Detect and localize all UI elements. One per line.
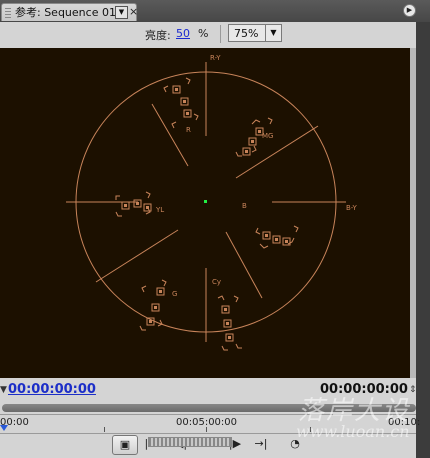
vectorscope-graticule: R-Y B-Y R MG B Cy G YL <box>66 54 357 351</box>
safe-margins-icon: ▣ <box>119 438 131 451</box>
current-timecode[interactable]: 00:00:00:00 <box>8 382 96 397</box>
ruler-tick <box>310 427 311 432</box>
hue-sector-line-4 <box>95 229 179 283</box>
timecode-row: ▼ 00:00:00:00 00:00:00:00 ⇕ <box>0 380 417 402</box>
go-to-out-icon: →| <box>254 437 268 450</box>
ruler-tick <box>104 427 105 432</box>
hue-sector-line-2 <box>235 125 319 179</box>
label-b-y: B-Y <box>346 204 357 212</box>
vertical-scrollbar[interactable] <box>410 48 416 378</box>
tab-title: 参考: Sequence 01 <box>15 6 116 19</box>
target-cy <box>217 295 242 351</box>
go-to-out-point-button[interactable]: →| <box>252 435 270 455</box>
hue-sector-line-3 <box>225 231 263 299</box>
sync-lock-icon: ▼ <box>0 385 7 395</box>
vectorscope-center-dot <box>204 200 207 203</box>
zoom-select[interactable]: 75% ▼ <box>228 24 282 42</box>
sequence-dropdown-icon[interactable]: ▼ <box>115 6 128 19</box>
brightness-label: 亮度: <box>145 29 171 42</box>
zoom-value: 75% <box>234 27 259 40</box>
chevron-down-icon[interactable]: ▼ <box>265 25 281 41</box>
close-icon[interactable]: × <box>129 5 138 19</box>
hue-sector-line-1 <box>151 103 189 167</box>
label-r: R <box>186 126 191 134</box>
label-g: G <box>172 290 177 298</box>
toolbar-divider <box>220 25 221 43</box>
label-b: B <box>242 202 247 210</box>
jog-button[interactable]: ◔ <box>286 435 304 455</box>
display-options-row: 亮度: 50 % 75% ▼ <box>0 22 416 46</box>
drag-handle-icon[interactable]: ⇕ <box>409 385 417 395</box>
ruler-tick <box>206 427 207 432</box>
target-g <box>139 279 167 331</box>
target-r <box>163 77 199 129</box>
panel-title-bar: 参考: Sequence 01 ▼ × ▶ <box>0 0 430 23</box>
zoom-scroll-bar[interactable] <box>2 404 416 412</box>
panel-menu-icon[interactable]: ▶ <box>403 4 416 17</box>
label-mg: MG <box>262 132 273 140</box>
label-yl: YL <box>155 206 164 214</box>
label-cy: Cy <box>212 278 221 286</box>
vectorscope-display: R-Y B-Y R MG B Cy G YL <box>0 48 410 378</box>
shuttle-slider[interactable] <box>148 437 232 447</box>
jog-wheel-icon: ◔ <box>290 437 300 450</box>
ruler-start-label: 00:00 <box>0 417 29 428</box>
safe-margins-button[interactable]: ▣ <box>112 435 138 455</box>
target-yl <box>115 191 152 217</box>
brightness-value[interactable]: 50 <box>176 27 190 40</box>
duration-timecode: 00:00:00:00 <box>320 382 408 397</box>
reference-monitor-panel: 亮度: 50 % 75% ▼ R-Y B-Y R MG B Cy G YL ▼ … <box>0 22 420 458</box>
brightness-unit: % <box>198 27 209 40</box>
time-ruler[interactable]: 00:00 00:05:00:00 00:10: <box>0 414 420 434</box>
target-b <box>255 225 299 249</box>
right-edge-background <box>416 22 430 458</box>
tab-grip-handle[interactable] <box>5 8 11 18</box>
tab-reference-monitor[interactable]: 参考: Sequence 01 ▼ × <box>1 3 138 21</box>
ruler-end-label: 00:10: <box>388 417 421 428</box>
label-r-y: R-Y <box>210 54 221 62</box>
